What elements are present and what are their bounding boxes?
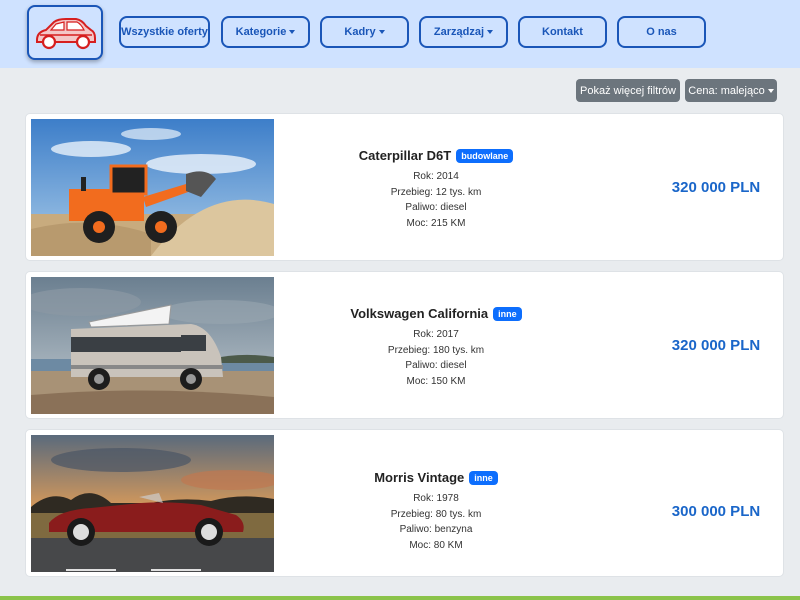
nav-about[interactable]: O nas — [617, 16, 706, 48]
sort-dropdown[interactable]: Cena: malejąco — [685, 79, 777, 102]
nav-manage-dropdown[interactable]: Zarządzaj — [419, 16, 508, 48]
red-car-logo-icon — [36, 17, 96, 49]
listing-title[interactable]: Caterpillar D6T — [359, 148, 451, 163]
listing-price: 320 000 PLN — [671, 337, 761, 354]
camper-van-photo[interactable] — [31, 277, 274, 414]
listing-details: Caterpillar D6T budowlane Rok: 2014 Prze… — [296, 148, 576, 231]
listing-mileage: Przebieg: 80 tys. km — [390, 508, 482, 520]
listing-price: 320 000 PLN — [671, 179, 761, 196]
wheel-loader-photo[interactable] — [31, 119, 274, 256]
nav-categories-dropdown[interactable]: Kategorie — [221, 16, 310, 48]
listing-power: Moc: 150 KM — [406, 375, 466, 387]
caret-down-icon — [767, 88, 774, 93]
caret-down-icon — [378, 30, 385, 34]
more-filters-button[interactable]: Pokaż więcej filtrów — [576, 79, 680, 102]
listing-fuel: Paliwo: diesel — [405, 202, 467, 213]
navbar: Wszystkie oferty Kategorie Kadry Zarządz… — [0, 0, 800, 68]
category-badge: budowlane — [456, 148, 514, 163]
caret-down-icon — [289, 30, 296, 34]
caret-down-icon — [487, 30, 494, 34]
listing-fuel: Paliwo: benzyna — [399, 524, 473, 535]
listing-fuel: Paliwo: diesel — [405, 360, 467, 371]
listing-power: Moc: 80 KM — [409, 539, 463, 551]
listing-price: 300 000 PLN — [671, 503, 761, 520]
listing-year: Rok: 1978 — [413, 493, 459, 504]
nav-all-offers[interactable]: Wszystkie oferty — [119, 16, 210, 48]
category-badge: inne — [469, 470, 498, 485]
category-badge: inne — [493, 306, 522, 321]
vintage-roadster-photo[interactable] — [31, 435, 274, 572]
nav-contact[interactable]: Kontakt — [518, 16, 607, 48]
nav-staff-dropdown[interactable]: Kadry — [320, 16, 409, 48]
listing-title[interactable]: Morris Vintage — [374, 470, 464, 485]
bottom-accent-bar — [0, 596, 800, 600]
listing-power: Moc: 215 KM — [406, 217, 466, 229]
listing-year: Rok: 2014 — [413, 171, 459, 182]
logo-home-button[interactable] — [27, 5, 103, 60]
listing-details: Morris Vintage inne Rok: 1978 Przebieg: … — [296, 470, 576, 553]
listing-card[interactable]: Morris Vintage inne Rok: 1978 Przebieg: … — [25, 429, 784, 577]
listing-mileage: Przebieg: 12 tys. km — [390, 186, 482, 198]
listing-card[interactable]: Volkswagen California inne Rok: 2017 Prz… — [25, 271, 784, 419]
listing-year: Rok: 2017 — [413, 329, 459, 340]
listing-details: Volkswagen California inne Rok: 2017 Prz… — [296, 306, 576, 389]
listing-mileage: Przebieg: 180 tys. km — [387, 344, 485, 356]
listing-card[interactable]: Caterpillar D6T budowlane Rok: 2014 Prze… — [25, 113, 784, 261]
listing-title[interactable]: Volkswagen California — [350, 306, 488, 321]
